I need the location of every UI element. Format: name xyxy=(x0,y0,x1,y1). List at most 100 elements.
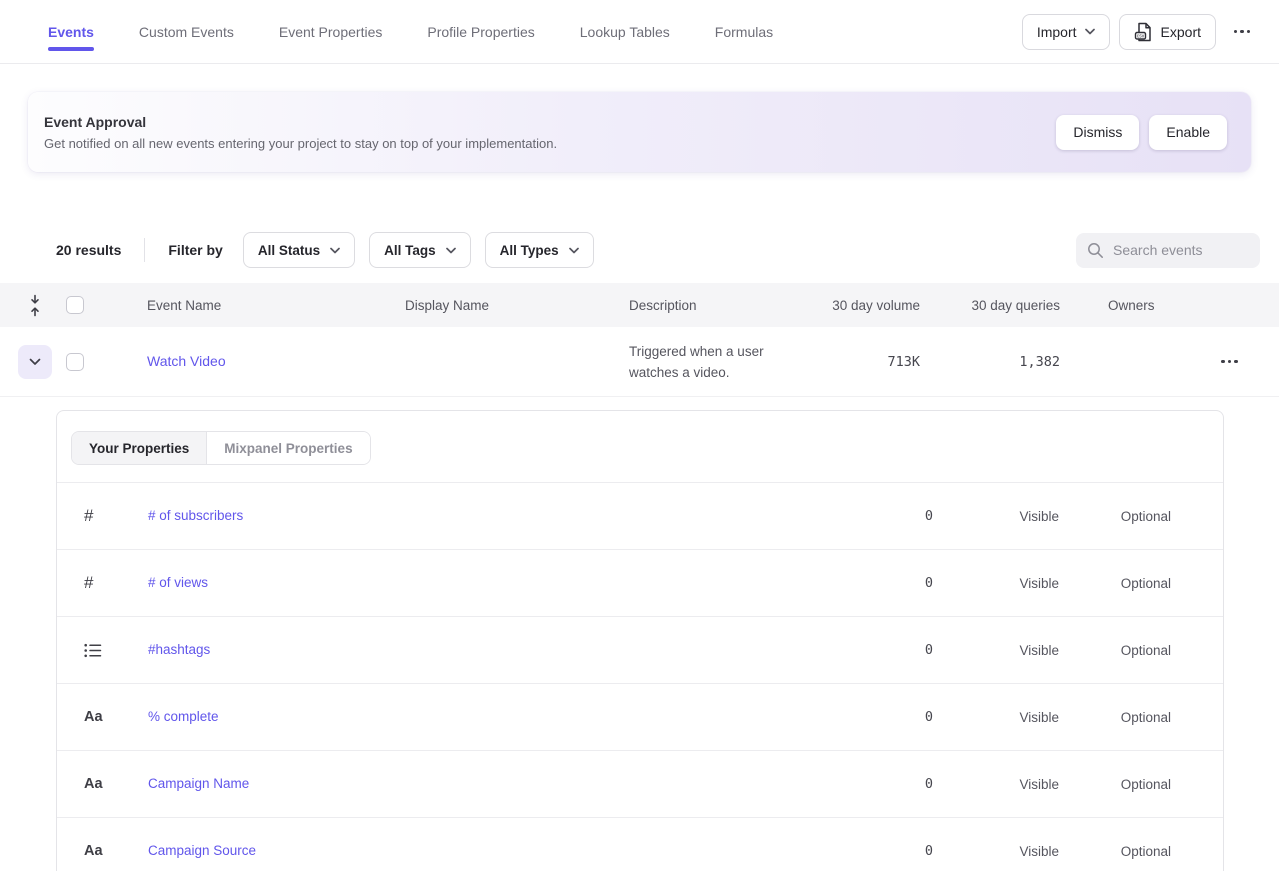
tab-formulas[interactable]: Formulas xyxy=(715,0,773,64)
text-property-icon: Aa xyxy=(84,776,103,792)
svg-text:csv: csv xyxy=(1136,33,1144,39)
tab-your-properties[interactable]: Your Properties xyxy=(72,432,206,464)
import-button[interactable]: Import xyxy=(1022,14,1110,50)
tab-profile-properties[interactable]: Profile Properties xyxy=(427,0,534,64)
property-visibility: Visible xyxy=(933,777,1059,792)
tab-lookup-tables[interactable]: Lookup Tables xyxy=(580,0,670,64)
enable-button[interactable]: Enable xyxy=(1149,115,1227,150)
property-volume: 0 xyxy=(813,508,933,524)
row-checkbox[interactable] xyxy=(66,353,84,371)
property-visibility: Visible xyxy=(933,509,1059,524)
number-property-icon: # xyxy=(84,573,93,593)
property-requirement: Optional xyxy=(1059,509,1171,524)
collapse-all-icon xyxy=(28,294,42,317)
tab-event-properties[interactable]: Event Properties xyxy=(279,0,383,64)
banner-actions: Dismiss Enable xyxy=(1056,115,1227,150)
csv-file-icon: csv xyxy=(1134,22,1153,42)
property-name-link[interactable]: # of subscribers xyxy=(148,508,243,523)
column-30-day-volume: 30 day volume xyxy=(821,298,920,313)
property-visibility: Visible xyxy=(933,710,1059,725)
results-count: 20 results xyxy=(56,242,121,258)
property-name-link[interactable]: Campaign Name xyxy=(148,776,249,791)
select-all-checkbox[interactable] xyxy=(66,296,84,314)
banner-text: Event Approval Get notified on all new e… xyxy=(44,114,557,151)
types-filter-label: All Types xyxy=(500,243,559,258)
text-property-icon: Aa xyxy=(84,709,103,725)
chevron-down-icon xyxy=(446,247,456,254)
property-name-link[interactable]: # of views xyxy=(148,575,208,590)
overflow-menu-button[interactable] xyxy=(1225,14,1259,50)
property-visibility: Visible xyxy=(933,576,1059,591)
filter-bar: 20 results Filter by All Status All Tags… xyxy=(56,232,1260,268)
property-volume: 0 xyxy=(813,843,933,859)
collapse-row-button[interactable] xyxy=(18,345,52,379)
export-button[interactable]: csv Export xyxy=(1119,14,1216,50)
property-requirement: Optional xyxy=(1059,576,1171,591)
property-row: # # of subscribers 0 Visible Optional xyxy=(57,482,1223,549)
filter-by-label: Filter by xyxy=(168,242,222,258)
search-box xyxy=(1076,233,1260,268)
property-row: Aa Campaign Name 0 Visible Optional xyxy=(57,750,1223,817)
nav-tabs: Events Custom Events Event Properties Pr… xyxy=(48,0,773,64)
property-volume: 0 xyxy=(813,575,933,591)
property-volume: 0 xyxy=(813,709,933,725)
column-owners: Owners xyxy=(1060,298,1180,313)
status-filter-label: All Status xyxy=(258,243,320,258)
chevron-down-icon xyxy=(1085,28,1095,35)
column-display-name: Display Name xyxy=(405,298,629,313)
property-name-link[interactable]: #hashtags xyxy=(148,642,210,657)
column-30-day-queries: 30 day queries xyxy=(920,298,1060,313)
top-navigation: Events Custom Events Event Properties Pr… xyxy=(0,0,1279,64)
chevron-down-icon xyxy=(330,247,340,254)
event-description: Triggered when a user watches a video. xyxy=(629,341,804,383)
banner-description: Get notified on all new events entering … xyxy=(44,136,557,151)
tab-mixpanel-properties[interactable]: Mixpanel Properties xyxy=(206,432,369,464)
dismiss-button[interactable]: Dismiss xyxy=(1056,115,1139,150)
property-row: #hashtags 0 Visible Optional xyxy=(57,616,1223,683)
banner-title: Event Approval xyxy=(44,114,557,130)
event-queries: 1,382 xyxy=(920,354,1060,370)
property-volume: 0 xyxy=(813,642,933,658)
event-row-watch-video: Watch Video Triggered when a user watche… xyxy=(0,327,1279,397)
tab-events[interactable]: Events xyxy=(48,0,94,64)
property-volume: 0 xyxy=(813,776,933,792)
search-input[interactable] xyxy=(1113,242,1249,258)
properties-tabs-bar: Your Properties Mixpanel Properties xyxy=(57,411,1223,482)
tags-filter-label: All Tags xyxy=(384,243,436,258)
property-name-link[interactable]: % complete xyxy=(148,709,219,724)
properties-panel: Your Properties Mixpanel Properties # # … xyxy=(56,410,1224,871)
event-approval-banner: Event Approval Get notified on all new e… xyxy=(28,92,1251,172)
property-visibility: Visible xyxy=(933,643,1059,658)
property-name-link[interactable]: Campaign Source xyxy=(148,843,256,858)
property-row: Aa % complete 0 Visible Optional xyxy=(57,683,1223,750)
tags-filter-dropdown[interactable]: All Tags xyxy=(369,232,471,268)
chevron-down-icon xyxy=(569,247,579,254)
property-visibility: Visible xyxy=(933,844,1059,859)
text-property-icon: Aa xyxy=(84,843,103,859)
search-icon xyxy=(1087,242,1104,259)
tab-custom-events[interactable]: Custom Events xyxy=(139,0,234,64)
property-requirement: Optional xyxy=(1059,643,1171,658)
property-row: # # of views 0 Visible Optional xyxy=(57,549,1223,616)
event-volume: 713K xyxy=(821,354,920,370)
event-name-link[interactable]: Watch Video xyxy=(147,353,226,369)
status-filter-dropdown[interactable]: All Status xyxy=(243,232,355,268)
import-label: Import xyxy=(1037,24,1077,40)
property-row: Aa Campaign Source 0 Visible Optional xyxy=(57,817,1223,871)
number-property-icon: # xyxy=(84,506,93,526)
row-overflow-menu-button[interactable] xyxy=(1213,344,1247,380)
nav-actions: Import csv Export xyxy=(1022,14,1259,50)
property-requirement: Optional xyxy=(1059,844,1171,859)
ellipsis-icon xyxy=(1221,360,1238,364)
export-label: Export xyxy=(1161,24,1201,40)
list-property-icon xyxy=(84,643,102,658)
ellipsis-icon xyxy=(1234,30,1251,34)
events-table-header: Event Name Display Name Description 30 d… xyxy=(0,283,1279,327)
types-filter-dropdown[interactable]: All Types xyxy=(485,232,594,268)
column-event-name: Event Name xyxy=(106,298,405,313)
collapse-all-button[interactable] xyxy=(18,288,52,322)
column-description: Description xyxy=(629,298,821,313)
property-requirement: Optional xyxy=(1059,710,1171,725)
property-requirement: Optional xyxy=(1059,777,1171,792)
chevron-down-icon xyxy=(29,358,41,366)
